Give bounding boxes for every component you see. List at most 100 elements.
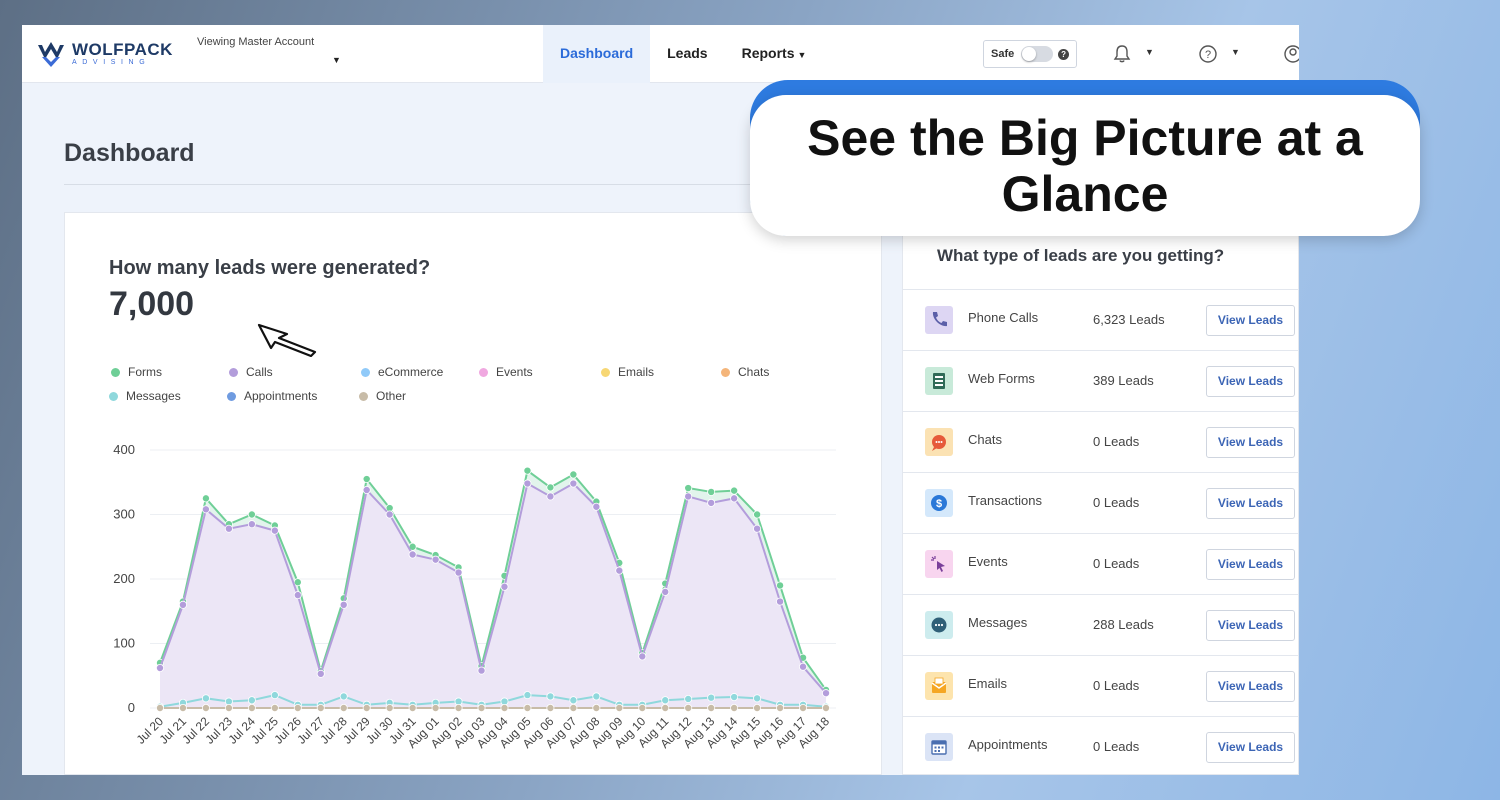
dollar-icon: $ [925, 489, 953, 517]
safe-label: Safe [991, 48, 1015, 60]
data-point [270, 691, 279, 700]
help-icon[interactable]: ? [1198, 44, 1218, 64]
legend-item[interactable]: Messages [109, 389, 181, 403]
lead-type-name: Messages [968, 615, 1028, 630]
email-icon [925, 672, 953, 700]
data-point [546, 492, 555, 501]
legend-item[interactable]: Appointments [227, 389, 317, 403]
notifications-caret-icon[interactable]: ▼ [1145, 47, 1154, 57]
user-icon[interactable] [1283, 44, 1299, 64]
data-point [500, 582, 509, 591]
data-point [339, 703, 348, 712]
lead-type-name: Chats [968, 432, 1002, 447]
lead-types-title: What type of leads are you getting? [937, 246, 1225, 265]
data-point [201, 505, 210, 514]
data-point [224, 703, 233, 712]
data-point [316, 669, 325, 678]
lead-type-name: Web Forms [968, 371, 1035, 386]
lead-type-row: Web Forms 389 Leads View Leads [903, 350, 1299, 411]
series-area [160, 483, 826, 708]
callout-text: See the Big Picture at a Glance [807, 109, 1363, 222]
data-point [822, 689, 831, 698]
data-point [661, 703, 670, 712]
svg-text:?: ? [1205, 49, 1211, 61]
lead-type-count: 0 Leads [1093, 434, 1140, 449]
legend-label: Events [496, 365, 533, 379]
lead-type-name: Transactions [968, 493, 1042, 508]
legend-item[interactable]: Chats [721, 365, 769, 379]
data-point [661, 696, 670, 705]
bell-icon[interactable] [1112, 44, 1132, 64]
leads-line-chart: 0100200300400Jul 20Jul 21Jul 22Jul 23Jul… [113, 442, 836, 751]
lead-type-row: Appointments 0 Leads View Leads [903, 716, 1299, 775]
data-point [156, 664, 165, 673]
view-leads-button[interactable]: View Leads [1206, 427, 1295, 458]
form-icon [925, 367, 953, 395]
data-point [776, 597, 785, 606]
data-point [684, 484, 693, 493]
lead-type-count: 0 Leads [1093, 739, 1140, 754]
legend-item[interactable]: Other [359, 389, 406, 403]
data-point [178, 600, 187, 609]
page-title: Dashboard [64, 139, 195, 167]
toggle-switch[interactable] [1021, 46, 1054, 62]
data-point [707, 703, 716, 712]
view-leads-button[interactable]: View Leads [1206, 366, 1295, 397]
lead-type-count: 0 Leads [1093, 495, 1140, 510]
nav-dashboard[interactable]: Dashboard [543, 25, 651, 83]
data-point [408, 703, 417, 712]
lead-types-list: Phone Calls 6,323 Leads View Leads Web Form… [903, 289, 1299, 775]
chart-legend: Forms Calls eCommerce Events Emails Chats Mess… [109, 365, 835, 415]
view-leads-button[interactable]: View Leads [1206, 671, 1295, 702]
lead-type-row: Phone Calls 6,323 Leads View Leads [903, 289, 1299, 350]
data-point [293, 703, 302, 712]
legend-label: Other [376, 389, 407, 403]
view-leads-button[interactable]: View Leads [1206, 610, 1295, 641]
view-leads-button[interactable]: View Leads [1206, 732, 1295, 763]
logo-subword: ADVISING [72, 58, 151, 66]
legend-item[interactable]: Calls [229, 365, 273, 379]
nav-reports[interactable]: Reports ▼ [725, 25, 824, 83]
view-leads-button[interactable]: View Leads [1206, 549, 1295, 580]
legend-swatch [229, 367, 238, 377]
data-point [523, 479, 532, 488]
view-leads-button[interactable]: View Leads [1206, 488, 1295, 519]
data-point [684, 694, 693, 703]
data-point [385, 510, 394, 519]
help-caret-icon[interactable]: ▼ [1231, 47, 1240, 57]
data-point [247, 696, 256, 705]
nav-leads[interactable]: Leads [650, 25, 724, 83]
account-dropdown-caret-icon[interactable]: ▼ [332, 55, 341, 65]
wolfpack-logo-icon [38, 42, 64, 67]
y-tick-label: 0 [128, 700, 135, 715]
lead-type-name: Appointments [968, 737, 1048, 752]
data-point [431, 555, 440, 564]
data-point [707, 498, 716, 507]
callout-banner: See the Big Picture at a Glance [750, 95, 1420, 236]
data-point [592, 692, 601, 701]
data-point [523, 703, 532, 712]
calendar-icon [925, 733, 953, 761]
legend-item[interactable]: Emails [601, 365, 654, 379]
data-point [270, 703, 279, 712]
data-point [569, 696, 578, 705]
lead-type-row: $ Transactions 0 Leads View Leads [903, 472, 1299, 533]
help-small-icon[interactable]: ? [1058, 48, 1069, 60]
legend-item[interactable]: Events [479, 365, 533, 379]
chevron-down-icon: ▼ [797, 50, 807, 60]
data-point [615, 566, 624, 575]
view-leads-button[interactable]: View Leads [1206, 305, 1295, 336]
legend-swatch [601, 367, 610, 377]
safe-mode-toggle[interactable]: Safe ? [983, 40, 1077, 68]
logo[interactable]: WOLFPACK ADVISING [36, 38, 173, 70]
lead-type-count: 0 Leads [1093, 556, 1140, 571]
legend-item[interactable]: Forms [111, 365, 162, 379]
lead-type-name: Events [968, 554, 1008, 569]
y-tick-label: 100 [113, 636, 135, 651]
data-point [638, 703, 647, 712]
legend-label: Forms [128, 365, 162, 379]
legend-item[interactable]: eCommerce [361, 365, 443, 379]
y-tick-label: 200 [113, 571, 135, 586]
top-bar: WOLFPACK ADVISING Viewing Master Account… [22, 25, 1299, 83]
data-point [270, 526, 279, 535]
